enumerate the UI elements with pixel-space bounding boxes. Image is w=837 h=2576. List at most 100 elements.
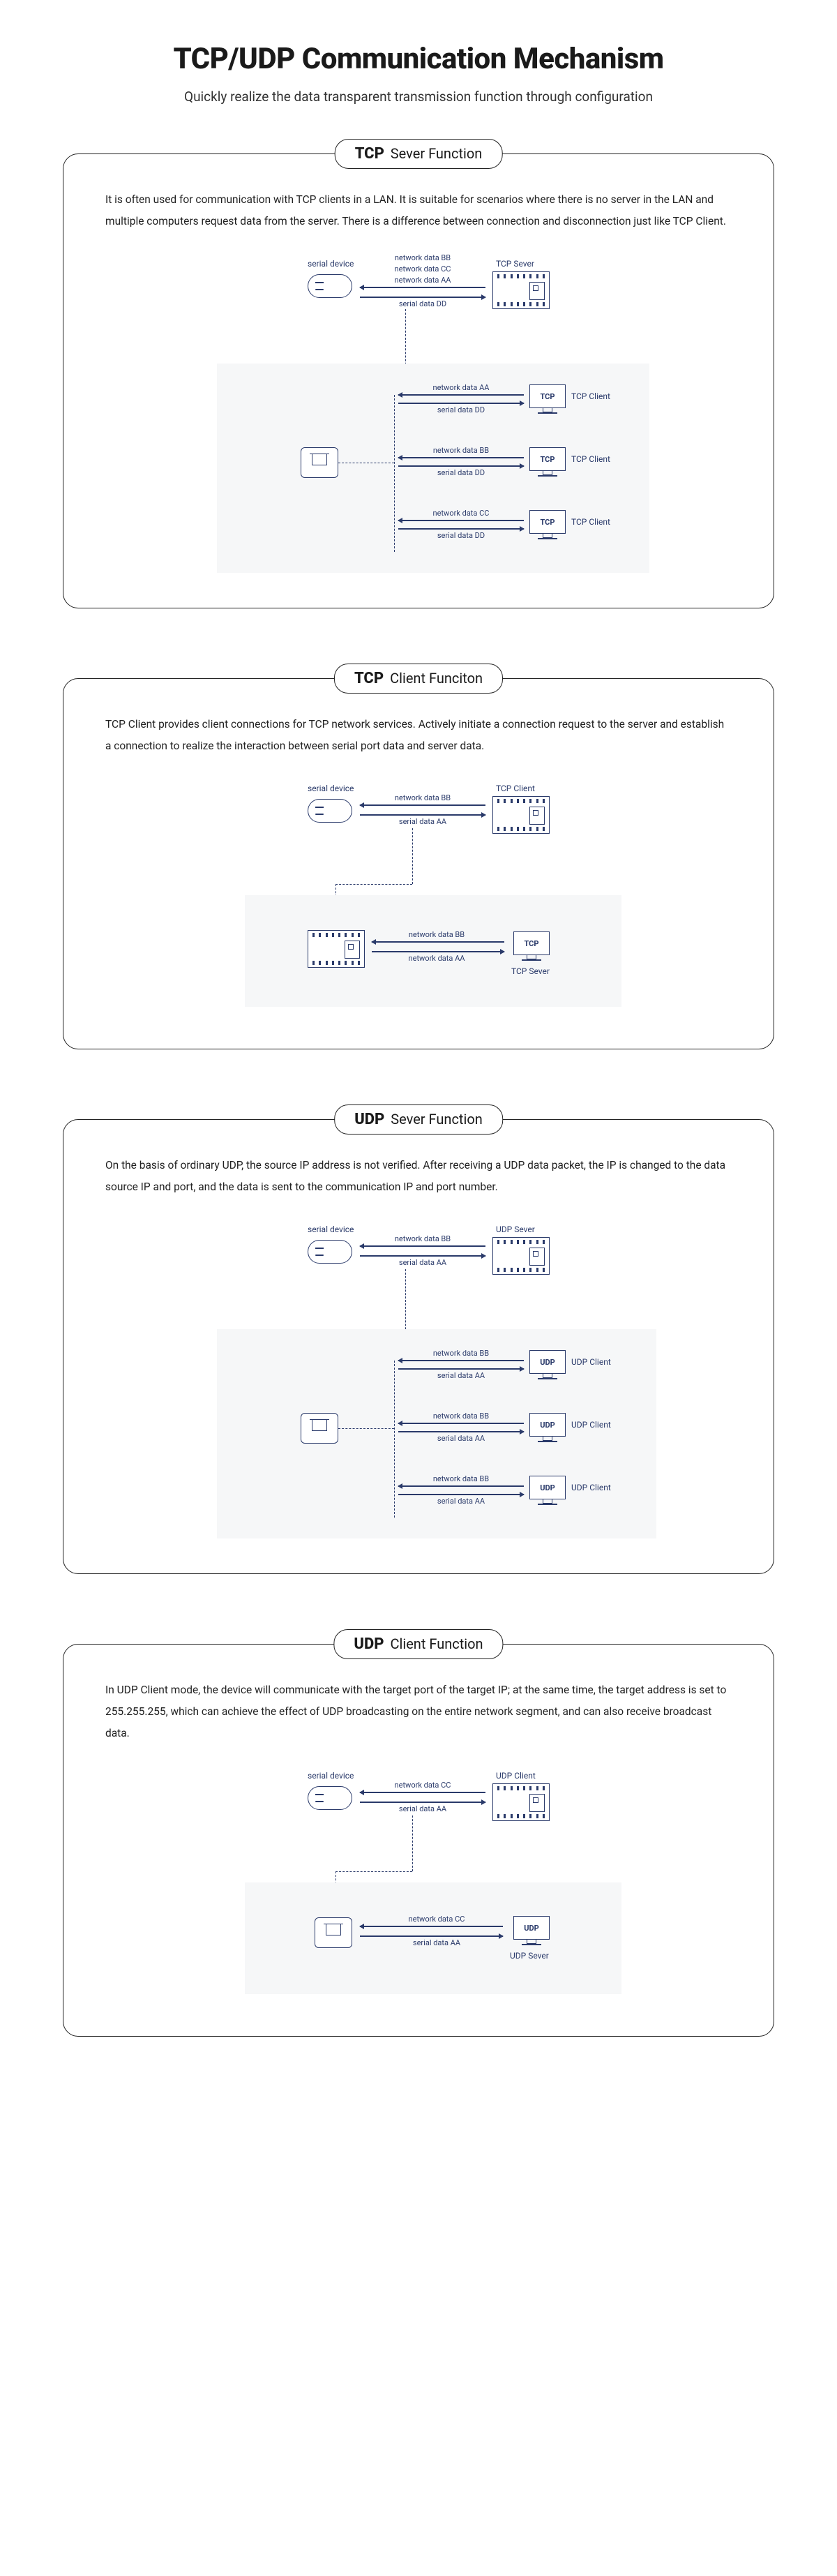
client-badge: UDP — [529, 1413, 566, 1437]
chip-module-icon — [492, 271, 550, 309]
client-badge: TCP — [529, 447, 566, 471]
flow-label: serial data DD — [412, 405, 510, 414]
client-role-label: TCP Client — [571, 391, 610, 401]
arrow-right-icon — [398, 465, 524, 467]
chip-module-icon — [492, 796, 550, 834]
page-title: TCP/UDP Communication Mechanism — [63, 42, 774, 76]
arrow-right-icon — [398, 1494, 524, 1495]
flow-label: serial data DD — [412, 531, 510, 540]
flow-label: network data BB — [412, 446, 510, 455]
fn-label: Sever Function — [391, 145, 483, 162]
section-tcp-server: TCP Sever Function It is often used for … — [63, 153, 774, 608]
serial-device-icon — [308, 1240, 352, 1264]
serial-device-label: serial device — [308, 1225, 354, 1234]
dashed-connector — [335, 884, 412, 885]
section-udp-server: UDP Sever Function On the basis of ordin… — [63, 1119, 774, 1574]
arrow-right-icon — [398, 403, 524, 404]
arrow-left-icon — [360, 287, 485, 288]
flow-label: serial data AA — [374, 817, 472, 826]
router-icon — [301, 1413, 338, 1444]
client-badge: TCP — [529, 510, 566, 534]
arrow-left-icon — [372, 941, 504, 943]
fn-label: Sever Function — [391, 1111, 483, 1128]
flow-label: network data AA — [384, 954, 489, 963]
arrow-right-icon — [398, 528, 524, 530]
serial-device-icon — [308, 1786, 352, 1810]
flow-label: network data CC — [374, 1781, 472, 1790]
arrow-left-icon — [398, 520, 524, 521]
dashed-connector — [335, 1871, 412, 1872]
flow-label: serial data DD — [374, 299, 472, 308]
arrow-left-icon — [360, 1245, 485, 1247]
chip-module-icon — [492, 1237, 550, 1275]
server-badge: UDP — [513, 1916, 550, 1940]
client-badge: UDP — [529, 1476, 566, 1499]
section-desc: On the basis of ordinary UDP, the source… — [105, 1155, 732, 1198]
arrow-right-icon — [360, 1255, 485, 1257]
chip-module-icon — [492, 1783, 550, 1821]
arrow-right-icon — [398, 1368, 524, 1370]
arrow-right-icon — [398, 1431, 524, 1432]
arrow-left-icon — [360, 1926, 503, 1927]
serial-device-icon — [308, 274, 352, 298]
arrow-left-icon — [398, 1360, 524, 1361]
section-tab: UDP Sever Function — [334, 1104, 503, 1135]
flow-label: network data BB — [384, 930, 489, 939]
section-desc: It is often used for communication with … — [105, 189, 732, 232]
flow-label: network data BB — [412, 1474, 510, 1483]
flow-label: serial data AA — [412, 1434, 510, 1443]
monitor-icon: TCP — [529, 510, 566, 539]
serial-device-label: serial device — [308, 1771, 354, 1781]
flow-label: network data BB — [374, 793, 472, 802]
serial-device-label: serial device — [308, 259, 354, 269]
dashed-connector — [394, 1361, 395, 1518]
dashed-connector — [338, 1428, 394, 1429]
flow-label: network data AA — [412, 383, 510, 392]
monitor-icon: UDP — [529, 1476, 566, 1505]
monitor-icon: TCP — [529, 447, 566, 477]
flow-label: network data BB — [412, 1349, 510, 1358]
proto-label: TCP — [354, 670, 384, 687]
serial-device-icon — [308, 799, 352, 823]
dashed-connector — [412, 1815, 413, 1871]
section-tab: TCP Client Funciton — [334, 664, 503, 694]
router-icon — [315, 1917, 352, 1948]
flow-label: serial data AA — [374, 1804, 472, 1813]
dashed-connector — [412, 828, 413, 884]
arrow-left-icon — [398, 457, 524, 458]
fn-label: Client Function — [390, 1635, 483, 1652]
client-badge: TCP — [529, 384, 566, 408]
client-role-label: UDP Client — [571, 1483, 611, 1492]
udp-client-label: UDP Client — [496, 1771, 536, 1781]
monitor-icon: UDP — [529, 1350, 566, 1379]
flow-label: network data CC — [412, 509, 510, 518]
section-tab: TCP Sever Function — [335, 139, 503, 169]
tcp-server-label: TCP Sever — [511, 966, 550, 976]
arrow-right-icon — [360, 1935, 503, 1937]
fn-label: Client Funciton — [390, 670, 483, 687]
router-icon — [301, 447, 338, 478]
monitor-icon: TCP — [529, 384, 566, 414]
arrow-right-icon — [360, 297, 485, 298]
dashed-connector — [405, 1269, 406, 1336]
arrow-left-icon — [360, 804, 485, 806]
arrow-left-icon — [398, 394, 524, 396]
arrow-left-icon — [398, 1485, 524, 1487]
monitor-icon: UDP — [529, 1413, 566, 1442]
tcp-server-label: TCP Sever — [496, 259, 534, 269]
flow-label: serial data DD — [412, 468, 510, 477]
arrow-right-icon — [360, 814, 485, 816]
proto-label: UDP — [354, 1635, 384, 1653]
client-badge: UDP — [529, 1350, 566, 1374]
arrow-left-icon — [360, 1792, 485, 1793]
monitor-icon: TCP — [513, 931, 550, 961]
flow-label: network data BB — [374, 253, 472, 262]
flow-label: serial data AA — [374, 1258, 472, 1267]
dashed-connector — [394, 395, 395, 552]
client-role-label: TCP Client — [571, 517, 610, 527]
udp-server-label: UDP Sever — [510, 1951, 549, 1961]
flow-label: network data CC — [374, 264, 472, 274]
proto-label: TCP — [355, 145, 384, 163]
dashed-connector — [405, 309, 406, 372]
client-role-label: TCP Client — [571, 454, 610, 464]
